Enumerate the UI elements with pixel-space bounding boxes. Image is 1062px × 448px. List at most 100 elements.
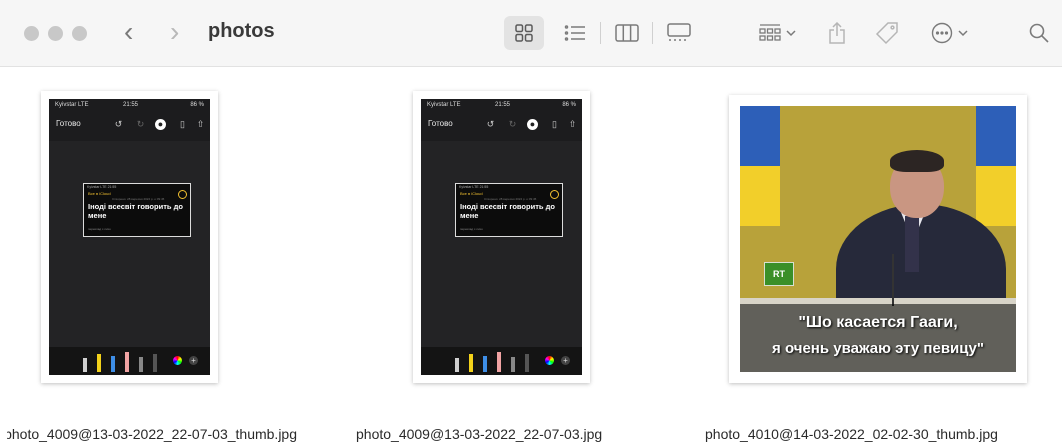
phone-screenshot-preview: Kyivstar LTE 21:55 86 % Готово ↺ ↻ ● ▯ ⇧… bbox=[49, 99, 210, 375]
finder-toolbar: ‹ › photos bbox=[0, 0, 1062, 67]
inner-heading: Іноді всесвіт говорить до мене bbox=[88, 202, 183, 220]
undo-icon: ↺ bbox=[486, 119, 495, 129]
undo-icon: ↺ bbox=[114, 119, 123, 129]
redo-icon: ↻ bbox=[136, 119, 145, 129]
pen-icon bbox=[83, 358, 87, 372]
markup-icon: ● bbox=[527, 119, 538, 130]
inner-status-bar: Kyivstar LTE 21:55 bbox=[87, 185, 117, 189]
battery-label: 86 % bbox=[562, 102, 576, 108]
status-bar: Kyivstar LTE 21:55 86 % bbox=[49, 99, 210, 111]
inner-date: Створено: 28 вересня 2022 р. о 09:45 bbox=[484, 197, 537, 201]
search-icon bbox=[1029, 23, 1049, 43]
share-icon: ⇧ bbox=[196, 119, 205, 129]
speaker-tie bbox=[905, 216, 919, 272]
markup-canvas bbox=[421, 141, 582, 347]
file-name-label[interactable]: photo_4009@13-03-2022_22-07-03_thumb.jpg bbox=[7, 426, 297, 445]
minimize-window-button[interactable] bbox=[48, 26, 63, 41]
marker-icon bbox=[97, 354, 101, 372]
more-actions-button[interactable] bbox=[924, 16, 974, 50]
video-frame-preview: RT "Шо касается Гааги, я очень уважаю эт… bbox=[740, 106, 1016, 372]
drawing-tools: + bbox=[421, 347, 582, 375]
inner-status-bar: Kyivstar LTE 21:55 bbox=[459, 185, 489, 189]
cropped-screenshot: Kyivstar LTE 21:55 Все в iCloud Створено… bbox=[83, 183, 191, 237]
lasso-icon bbox=[511, 357, 515, 372]
toolbar-divider bbox=[600, 22, 601, 44]
carrier-label: Kyivstar LTE bbox=[55, 102, 89, 108]
channel-logo: RT bbox=[764, 262, 794, 286]
inner-back-link: Все в iCloud bbox=[460, 191, 483, 196]
file-thumbnail[interactable]: Kyivstar LTE 21:55 86 % Готово ↺ ↻ ● ▯ ⇧… bbox=[413, 91, 590, 383]
pen-icon bbox=[455, 358, 459, 372]
done-label: Готово bbox=[428, 119, 453, 128]
markup-canvas bbox=[49, 141, 210, 347]
flag bbox=[740, 106, 780, 226]
more-icon bbox=[178, 190, 187, 199]
icon-view-icon bbox=[515, 24, 533, 42]
gallery-view-icon bbox=[667, 23, 691, 41]
add-icon: + bbox=[561, 356, 570, 365]
search-button[interactable] bbox=[1024, 16, 1054, 50]
more-icon bbox=[550, 190, 559, 199]
eraser-icon bbox=[125, 352, 129, 372]
carrier-label: Kyivstar LTE bbox=[427, 102, 461, 108]
cropped-screenshot: Kyivstar LTE 21:55 Все в iCloud Створено… bbox=[455, 183, 563, 237]
share-icon bbox=[829, 22, 845, 44]
subtitle-line-1: "Шо касается Гааги, bbox=[798, 314, 958, 331]
markup-toolbar: Готово ↺ ↻ ● ▯ ⇧ bbox=[421, 115, 582, 135]
pencil-icon bbox=[483, 356, 487, 372]
eraser-icon bbox=[497, 352, 501, 372]
share-icon: ⇧ bbox=[568, 119, 577, 129]
inner-small-text: переклад з лихо bbox=[88, 227, 111, 231]
microphone bbox=[892, 254, 894, 306]
file-name-label[interactable]: photo_4009@13-03-2022_22-07-03.jpg bbox=[356, 426, 602, 442]
share-button[interactable] bbox=[822, 16, 852, 50]
done-label: Готово bbox=[56, 119, 81, 128]
inner-date: Створено: 28 вересня 2022 р. о 09:45 bbox=[112, 197, 165, 201]
file-thumbnail[interactable]: RT "Шо касается Гааги, я очень уважаю эт… bbox=[729, 95, 1027, 383]
inner-back-link: Все в iCloud bbox=[88, 191, 111, 196]
close-window-button[interactable] bbox=[24, 26, 39, 41]
redo-icon: ↻ bbox=[508, 119, 517, 129]
column-view-button[interactable] bbox=[610, 16, 644, 50]
markup-icon: ● bbox=[155, 119, 166, 130]
back-button[interactable]: ‹ bbox=[124, 14, 133, 50]
list-view-button[interactable] bbox=[558, 16, 592, 50]
file-name-text: photo_4009@13-03-2022_22-07-03_thumb.jpg bbox=[7, 426, 297, 442]
color-picker-icon bbox=[545, 356, 554, 365]
speaker-hair bbox=[890, 150, 944, 172]
tags-button[interactable] bbox=[870, 16, 904, 50]
add-icon: + bbox=[189, 356, 198, 365]
inner-heading: Іноді всесвіт говорить до мене bbox=[460, 202, 555, 220]
time-label: 21:55 bbox=[495, 102, 511, 108]
trash-icon: ▯ bbox=[552, 119, 557, 129]
drawing-tools: + bbox=[49, 347, 210, 375]
time-label: 21:55 bbox=[123, 102, 139, 108]
markup-toolbar: Готово ↺ ↻ ● ▯ ⇧ bbox=[49, 115, 210, 135]
chevron-down-icon bbox=[957, 30, 968, 37]
file-name-label[interactable]: photo_4010@14-03-2022_02-02-30_thumb.jpg bbox=[705, 426, 998, 442]
group-by-button[interactable] bbox=[752, 16, 802, 50]
phone-screenshot-preview: Kyivstar LTE 21:55 86 % Готово ↺ ↻ ● ▯ ⇧… bbox=[421, 99, 582, 375]
color-picker-icon bbox=[173, 356, 182, 365]
more-icon bbox=[931, 22, 952, 44]
inner-small-text: переклад з лихо bbox=[460, 227, 483, 231]
pencil-icon bbox=[111, 356, 115, 372]
group-icon bbox=[758, 24, 781, 41]
file-thumbnail[interactable]: Kyivstar LTE 21:55 86 % Готово ↺ ↻ ● ▯ ⇧… bbox=[41, 91, 218, 383]
battery-label: 86 % bbox=[190, 102, 204, 108]
marker-icon bbox=[469, 354, 473, 372]
icon-view-button[interactable] bbox=[504, 16, 544, 50]
flag bbox=[976, 106, 1016, 226]
lasso-icon bbox=[139, 357, 143, 372]
status-bar: Kyivstar LTE 21:55 86 % bbox=[421, 99, 582, 111]
forward-button[interactable]: › bbox=[170, 14, 179, 50]
window-title: photos bbox=[208, 20, 275, 42]
gallery-view-button[interactable] bbox=[662, 16, 696, 50]
toolbar-divider bbox=[652, 22, 653, 44]
zoom-window-button[interactable] bbox=[72, 26, 87, 41]
trash-icon: ▯ bbox=[180, 119, 185, 129]
tag-icon bbox=[875, 22, 898, 45]
subtitle-line-2: я очень уважаю эту певицу" bbox=[772, 340, 984, 357]
ruler-icon bbox=[153, 354, 157, 372]
column-view-icon bbox=[615, 24, 639, 42]
